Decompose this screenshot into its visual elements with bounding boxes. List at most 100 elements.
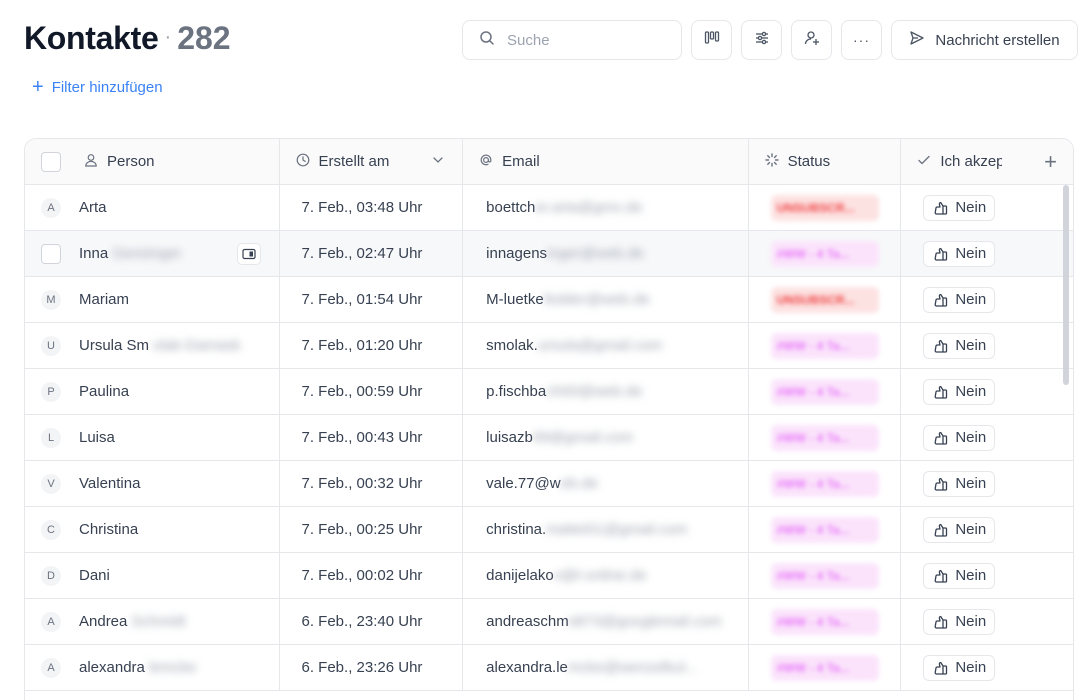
accept-cell[interactable]: Nein xyxy=(901,645,1073,690)
status-cell[interactable]: #WW - 4 Ta... xyxy=(749,369,902,414)
chevron-down-icon[interactable] xyxy=(432,153,444,170)
created-cell[interactable]: 7. Feb., 01:20 Uhr xyxy=(280,323,464,368)
email-cell[interactable]: vale.77@w eb.de xyxy=(463,461,749,506)
vertical-scrollbar[interactable] xyxy=(1063,185,1069,385)
accept-cell[interactable]: Nein xyxy=(901,323,1073,368)
email-cell[interactable]: smolak. ursula@gmail.com xyxy=(463,323,749,368)
table-row[interactable]: M Mariam 7. Feb., 01:54 Uhr M-luetke fed… xyxy=(25,277,1073,323)
created-cell[interactable]: 7. Feb., 00:02 Uhr xyxy=(280,553,464,598)
created-cell[interactable]: 7. Feb., 03:48 Uhr xyxy=(280,185,464,230)
accept-cell[interactable]: Nein xyxy=(901,369,1073,414)
email-cell[interactable]: luisazb 69@gmail.com xyxy=(463,415,749,460)
table-row[interactable]: A Arta 7. Feb., 03:48 Uhr boettch er.art… xyxy=(25,185,1073,231)
person-cell[interactable]: U Ursula Sm olak-Damask xyxy=(25,323,280,368)
add-filter-button[interactable]: + Filter hinzufügen xyxy=(32,77,163,97)
email-cell[interactable]: danijelako v@t-online.de xyxy=(463,553,749,598)
created-cell[interactable]: 7. Feb., 00:59 Uhr xyxy=(280,369,464,414)
email-cell[interactable]: andreaschm idt73@googlemail.com xyxy=(463,599,749,644)
accept-cell[interactable]: Nein xyxy=(901,185,1073,230)
table-row[interactable]: A alexandra lemcke 6. Feb., 23:26 Uhr al… xyxy=(25,645,1073,691)
person-cell[interactable]: P Paulina xyxy=(25,369,280,414)
status-cell[interactable]: #WW - 4 Ta... xyxy=(749,553,902,598)
status-cell[interactable]: #WW - 4 Ta... xyxy=(749,599,902,644)
accept-tag[interactable]: Nein xyxy=(923,516,996,543)
open-record-icon[interactable] xyxy=(236,242,261,265)
status-cell[interactable]: UNSUBSCR... xyxy=(749,185,902,230)
status-cell[interactable]: #WW - 4 Ta... xyxy=(749,415,902,460)
email-cell[interactable]: innagens inger@web.de xyxy=(463,231,749,276)
accept-cell[interactable]: Nein xyxy=(901,553,1073,598)
person-cell[interactable]: M Mariam xyxy=(25,277,280,322)
settings-button[interactable] xyxy=(741,20,782,60)
more-options-button[interactable]: ··· xyxy=(841,20,882,60)
person-cell[interactable]: A Arta xyxy=(25,185,280,230)
status-cell[interactable]: #WW - 4 Ta... xyxy=(749,461,902,506)
email-cell[interactable]: christina. mattei01@gmail.com xyxy=(463,507,749,552)
created-cell[interactable]: 7. Feb., 00:25 Uhr xyxy=(280,507,464,552)
accept-tag[interactable]: Nein xyxy=(923,332,996,359)
last-name: olak-Damask xyxy=(153,337,241,354)
accept-tag[interactable]: Nein xyxy=(923,240,996,267)
accept-tag[interactable]: Nein xyxy=(923,608,996,635)
created-cell[interactable]: 7. Feb., 00:32 Uhr xyxy=(280,461,464,506)
table-row[interactable]: U Ursula Sm olak-Damask 7. Feb., 01:20 U… xyxy=(25,323,1073,369)
email-cell[interactable]: M-luetke fedder@web.de xyxy=(463,277,749,322)
created-cell[interactable]: 6. Feb., 23:40 Uhr xyxy=(280,599,464,644)
email-cell[interactable]: p.fischba ch00@web.de xyxy=(463,369,749,414)
accept-cell[interactable]: Nein xyxy=(901,507,1073,552)
person-cell[interactable]: A alexandra lemcke xyxy=(25,645,280,690)
created-cell[interactable]: 6. Feb., 23:26 Uhr xyxy=(280,645,464,690)
accept-tag[interactable]: Nein xyxy=(923,194,996,221)
accept-tag[interactable]: Nein xyxy=(923,470,996,497)
column-header-accept[interactable]: Ich akzeptiere + xyxy=(901,139,1073,184)
search-input[interactable] xyxy=(507,31,657,49)
select-all-checkbox[interactable] xyxy=(41,151,61,172)
email-cell[interactable]: alexandra.le mcke@wenzelkul... xyxy=(463,645,749,690)
table-row[interactable]: A Andrea Schmidt 6. Feb., 23:40 Uhr andr… xyxy=(25,599,1073,645)
table-row[interactable]: L Luisa 7. Feb., 00:43 Uhr luisazb 69@gm… xyxy=(25,415,1073,461)
email-visible: alexandra.le xyxy=(486,659,568,676)
thumbs-down-icon xyxy=(932,660,948,676)
person-cell[interactable]: Inna Gensinger xyxy=(25,231,280,276)
status-cell[interactable]: #WW - 4 Ta... xyxy=(749,645,902,690)
person-cell[interactable]: V Valentina xyxy=(25,461,280,506)
add-column-button[interactable]: + xyxy=(1044,149,1057,175)
table-row[interactable]: Inna Gensinger 7. Feb., 02:47 Uhr innage… xyxy=(25,231,1073,277)
status-cell[interactable]: UNSUBSCR... xyxy=(749,277,902,322)
column-header-person[interactable]: Person xyxy=(25,139,280,184)
status-cell[interactable]: #WW - 4 Ta... xyxy=(749,231,902,276)
row-checkbox[interactable] xyxy=(41,243,61,264)
table-row[interactable]: D Dani 7. Feb., 00:02 Uhr danijelako v@t… xyxy=(25,553,1073,599)
created-cell[interactable]: 7. Feb., 01:54 Uhr xyxy=(280,277,464,322)
status-cell[interactable]: #WW - 4 Ta... xyxy=(749,507,902,552)
accept-tag[interactable]: Nein xyxy=(923,378,996,405)
accept-tag[interactable]: Nein xyxy=(923,654,996,681)
person-cell[interactable]: L Luisa xyxy=(25,415,280,460)
add-contact-button[interactable] xyxy=(791,20,832,60)
table-row[interactable]: P Paulina 7. Feb., 00:59 Uhr p.fischba c… xyxy=(25,369,1073,415)
create-message-button[interactable]: Nachricht erstellen xyxy=(891,20,1078,60)
column-header-created[interactable]: Erstellt am xyxy=(280,139,464,184)
board-view-button[interactable] xyxy=(691,20,732,60)
status-cell[interactable]: #WW - 4 Ta... xyxy=(749,323,902,368)
accept-cell[interactable]: Nein xyxy=(901,461,1073,506)
accept-cell[interactable]: Nein xyxy=(901,599,1073,644)
accept-cell[interactable]: Nein xyxy=(901,231,1073,276)
person-cell[interactable]: A Andrea Schmidt xyxy=(25,599,280,644)
column-header-email[interactable]: Email xyxy=(463,139,749,184)
accept-tag[interactable]: Nein xyxy=(923,286,996,313)
created-cell[interactable]: 7. Feb., 02:47 Uhr xyxy=(280,231,464,276)
table-row[interactable]: C Christina 7. Feb., 00:25 Uhr christina… xyxy=(25,507,1073,553)
column-header-status[interactable]: Status xyxy=(749,139,902,184)
search-box[interactable] xyxy=(462,20,682,60)
email-cell[interactable]: boettch er.arta@gmx.de xyxy=(463,185,749,230)
created-cell[interactable]: 7. Feb., 00:43 Uhr xyxy=(280,415,464,460)
accept-tag[interactable]: Nein xyxy=(923,424,996,451)
email-visible: christina. xyxy=(486,521,547,538)
table-row[interactable]: V Valentina 7. Feb., 00:32 Uhr vale.77@w… xyxy=(25,461,1073,507)
person-cell[interactable]: D Dani xyxy=(25,553,280,598)
accept-tag[interactable]: Nein xyxy=(923,562,996,589)
accept-cell[interactable]: Nein xyxy=(901,277,1073,322)
accept-cell[interactable]: Nein xyxy=(901,415,1073,460)
person-cell[interactable]: C Christina xyxy=(25,507,280,552)
